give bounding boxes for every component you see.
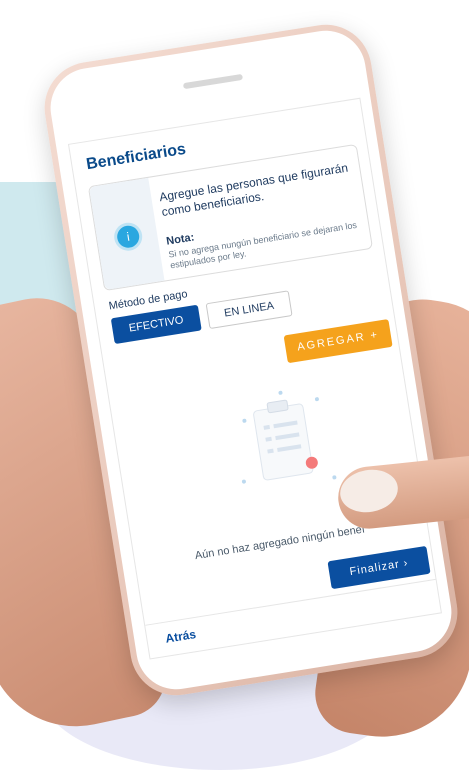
phone-speaker (182, 73, 244, 90)
bottom-divider (145, 578, 436, 626)
empty-clipboard-illustration (241, 390, 337, 484)
payment-option-en-linea[interactable]: EN LINEA (205, 290, 293, 330)
note-text: Si no agrega nungún beneficiario se deja… (167, 219, 358, 271)
back-link[interactable]: Atrás (164, 627, 196, 646)
payment-option-efectivo[interactable]: EFECTIVO (110, 304, 202, 345)
info-message: Agregue las personas que figurarán como … (158, 160, 349, 220)
phone-screen: Beneficiarios i Agregue las personas que… (67, 97, 442, 660)
page-title: Beneficiarios (85, 140, 188, 174)
add-beneficiary-button[interactable]: AGREGAR + (283, 319, 393, 364)
